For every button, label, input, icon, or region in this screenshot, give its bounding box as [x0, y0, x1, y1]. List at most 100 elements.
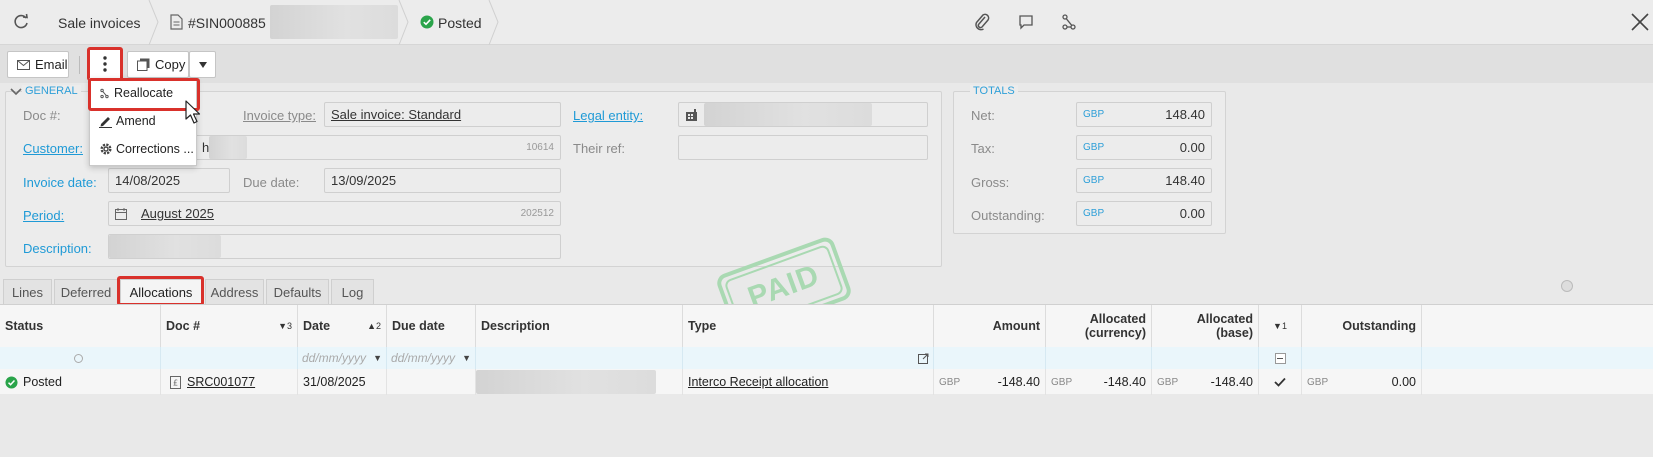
col-header-date[interactable]: Date ▲2 [298, 305, 387, 347]
checkmark-icon [1274, 377, 1286, 387]
net-field: GBP 148.40 [1076, 102, 1212, 127]
filter-check[interactable] [1259, 347, 1302, 369]
document-icon [170, 14, 183, 30]
refresh-icon[interactable] [12, 13, 30, 31]
breadcrumb-separator [398, 0, 409, 45]
row-due-date [387, 369, 476, 395]
posted-check-icon [5, 375, 18, 389]
gross-value: 148.40 [1165, 173, 1205, 188]
net-currency: GBP [1083, 109, 1105, 120]
doc-number-label: Doc #: [23, 108, 61, 123]
filter-status[interactable] [0, 347, 161, 369]
col-header-allocated-base[interactable]: Allocated (base) [1152, 305, 1259, 347]
filter-due-date[interactable]: dd/mm/yyyy ▼ [387, 347, 476, 369]
invoice-date-field[interactable]: 14/08/2025 [108, 168, 230, 193]
their-ref-label: Their ref: [573, 141, 626, 156]
col-header-doc[interactable]: Doc # ▼3 [161, 305, 298, 347]
email-button[interactable]: Email [7, 51, 69, 78]
redacted-customer-name [270, 5, 398, 39]
breadcrumb-sale-invoices[interactable]: Sale invoices [58, 0, 141, 45]
filter-date-caret-icon: ▼ [373, 353, 382, 363]
title-bar: Sale invoices #SIN000885 - Posted [0, 0, 1653, 45]
col-header-allocated-currency[interactable]: Allocated (currency) [1046, 305, 1152, 347]
tab-lines[interactable]: Lines [3, 279, 52, 305]
menu-item-amend-label: Amend [116, 114, 156, 128]
filter-check-indeterminate-icon [1274, 352, 1286, 364]
col-header-description[interactable]: Description [476, 305, 683, 347]
due-date-value: 13/09/2025 [331, 173, 397, 188]
filter-allocated-base[interactable] [1152, 347, 1259, 369]
tab-deferred[interactable]: Deferred [54, 279, 118, 305]
col-header-type[interactable]: Type [683, 305, 934, 347]
copy-button[interactable]: Copy [127, 51, 189, 78]
due-date-label: Due date: [243, 175, 300, 190]
row-outstanding: GBP 0.00 [1302, 369, 1422, 395]
attachment-icon[interactable] [973, 12, 991, 32]
comment-icon[interactable] [1018, 14, 1034, 30]
breadcrumb-invoice-number[interactable]: #SIN000885 - [188, 0, 274, 45]
general-legend: GENERAL [22, 85, 81, 97]
customer-label[interactable]: Customer: [23, 141, 83, 156]
totals-legend: TOTALS [970, 85, 1018, 97]
col-header-status[interactable]: Status [0, 305, 161, 347]
tab-address[interactable]: Address [205, 279, 264, 305]
svg-text:£: £ [173, 378, 178, 387]
period-value: August 2025 [141, 206, 215, 221]
copy-dropdown-button[interactable] [189, 51, 216, 78]
gear-icon [100, 143, 112, 155]
row-description [476, 369, 683, 395]
breadcrumb-separator [488, 0, 499, 45]
filter-amount[interactable] [934, 347, 1046, 369]
row-status: Posted [0, 369, 161, 395]
row-check[interactable] [1259, 369, 1302, 395]
allocations-grid: Status Doc # ▼3 Date ▲2 Due date Descrip… [0, 304, 1653, 395]
grid-settings-icon[interactable] [1561, 280, 1573, 292]
filter-allocated-currency[interactable] [1046, 347, 1152, 369]
filter-outstanding[interactable] [1302, 347, 1422, 369]
toolbar-divider [79, 56, 80, 74]
invoice-type-field[interactable]: Sale invoice: Standard [324, 102, 561, 127]
menu-item-corrections-label: Corrections ... [116, 142, 194, 156]
filter-date[interactable]: dd/mm/yyyy ▼ [298, 347, 387, 369]
col-header-amount[interactable]: Amount [934, 305, 1046, 347]
col-header-check[interactable]: ▼1 [1259, 305, 1302, 347]
period-label[interactable]: Period: [23, 208, 64, 223]
mouse-cursor-icon [185, 100, 203, 126]
filter-description[interactable] [476, 347, 683, 369]
collapse-chevron-icon[interactable] [10, 87, 22, 97]
col-header-due-date[interactable]: Due date [387, 305, 476, 347]
tab-log[interactable]: Log [331, 279, 374, 305]
their-ref-field[interactable] [678, 135, 928, 160]
tab-defaults[interactable]: Defaults [266, 279, 329, 305]
row-type[interactable]: Interco Receipt allocation [683, 369, 934, 395]
due-date-field[interactable]: 13/09/2025 [324, 168, 561, 193]
period-field[interactable]: August 2025 202512 [108, 201, 561, 226]
filter-type[interactable] [683, 347, 934, 369]
redacted-customer [209, 136, 248, 159]
outstanding-field: GBP 0.00 [1076, 201, 1212, 226]
tab-allocations-highlight [117, 276, 204, 306]
customer-code: 10614 [526, 142, 554, 153]
legal-entity-label[interactable]: Legal entity: [573, 108, 643, 123]
invoice-type-value: Sale invoice: Standard [331, 107, 462, 122]
col-header-filler [1422, 305, 1653, 347]
redacted-description [109, 235, 221, 258]
description-field[interactable] [108, 234, 561, 259]
menu-item-amend[interactable]: Amend [90, 107, 196, 135]
filter-doc[interactable] [161, 347, 298, 369]
more-actions-button[interactable] [87, 47, 123, 81]
row-doc[interactable]: £ SRC001077 [161, 369, 298, 395]
close-icon[interactable] [1630, 12, 1650, 32]
outstanding-value: 0.00 [1179, 206, 1205, 221]
open-external-icon[interactable] [918, 353, 929, 364]
breadcrumb-separator [148, 0, 159, 45]
sort-indicator-date: ▲2 [367, 321, 381, 331]
gross-currency: GBP [1083, 175, 1105, 186]
share-icon[interactable] [1061, 13, 1077, 31]
menu-item-corrections[interactable]: Corrections ... [90, 135, 196, 163]
email-button-label: Email [35, 57, 68, 72]
col-header-outstanding[interactable]: Outstanding [1302, 305, 1422, 347]
breadcrumb-status: Posted [438, 14, 482, 31]
legal-entity-field[interactable] [678, 102, 928, 127]
posted-check-icon [420, 15, 434, 29]
